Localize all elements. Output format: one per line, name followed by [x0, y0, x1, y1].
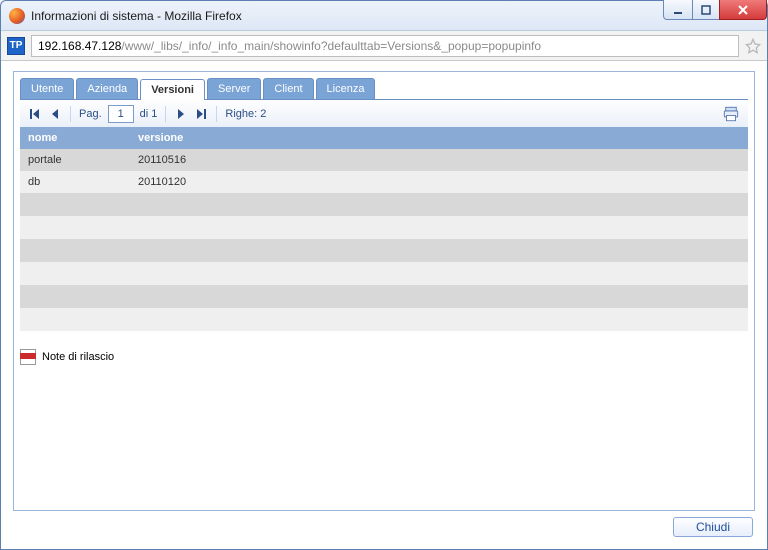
browser-window: Informazioni di sistema - Mozilla Firefo… — [0, 0, 768, 550]
release-notes-link[interactable]: Note di rilascio — [20, 349, 748, 365]
window-buttons — [664, 0, 767, 20]
table-header: nome versione — [20, 127, 748, 149]
cell-versione: 20110120 — [130, 171, 748, 193]
print-icon[interactable] — [722, 105, 740, 123]
release-notes-label: Note di rilascio — [42, 351, 114, 363]
tab-versioni[interactable]: Versioni — [140, 79, 205, 100]
table-row-empty — [20, 308, 748, 331]
cell-versione: 20110516 — [130, 149, 748, 171]
next-page-icon[interactable] — [174, 107, 188, 121]
tab-licenza[interactable]: Licenza — [316, 78, 376, 99]
tab-azienda[interactable]: Azienda — [76, 78, 138, 99]
table-row-empty — [20, 216, 748, 239]
table-row[interactable]: db 20110120 — [20, 171, 748, 193]
table-row-empty — [20, 193, 748, 216]
prev-page-icon[interactable] — [48, 107, 62, 121]
url-host: 192.168.47.128 — [38, 39, 121, 53]
page-content: Utente Azienda Versioni Server Client Li… — [1, 61, 767, 549]
url-path: /www/_libs/_info/_info_main/showinfo?def… — [121, 39, 541, 53]
url-bar: TP 192.168.47.128/www/_libs/_info/_info_… — [1, 31, 767, 61]
url-input[interactable]: 192.168.47.128/www/_libs/_info/_info_mai… — [31, 35, 739, 57]
pdf-icon — [20, 349, 36, 365]
titlebar: Informazioni di sistema - Mozilla Firefo… — [1, 1, 767, 31]
close-window-button[interactable] — [719, 0, 767, 20]
tab-bar: Utente Azienda Versioni Server Client Li… — [14, 72, 754, 99]
first-page-icon[interactable] — [28, 107, 42, 121]
window-title: Informazioni di sistema - Mozilla Firefo… — [31, 9, 242, 23]
table-row-empty — [20, 239, 748, 262]
cell-nome: portale — [20, 149, 130, 171]
table-body: portale 20110516 db 20110120 — [20, 149, 748, 331]
close-button[interactable]: Chiudi — [673, 517, 753, 537]
tab-client[interactable]: Client — [263, 78, 313, 99]
firefox-icon — [9, 8, 25, 24]
table-row-empty — [20, 285, 748, 308]
page-label: Pag. — [79, 108, 102, 120]
page-of-label: di 1 — [140, 108, 158, 120]
col-nome[interactable]: nome — [20, 127, 130, 149]
cell-nome: db — [20, 171, 130, 193]
bookmark-star-icon[interactable] — [745, 38, 761, 54]
rows-label: Righe: 2 — [225, 108, 266, 120]
minimize-button[interactable] — [663, 0, 693, 20]
info-panel: Utente Azienda Versioni Server Client Li… — [13, 71, 755, 511]
pager-toolbar: Pag. di 1 Righe: 2 — [20, 99, 748, 127]
footer: Chiudi — [13, 511, 755, 541]
site-favicon-icon: TP — [7, 37, 25, 55]
maximize-button[interactable] — [692, 0, 720, 20]
last-page-icon[interactable] — [194, 107, 208, 121]
tab-utente[interactable]: Utente — [20, 78, 74, 99]
tab-server[interactable]: Server — [207, 78, 261, 99]
table-row-empty — [20, 262, 748, 285]
col-versione[interactable]: versione — [130, 127, 748, 149]
table-row[interactable]: portale 20110516 — [20, 149, 748, 171]
versions-table: nome versione portale 20110516 db 201101… — [20, 127, 748, 331]
page-input[interactable] — [108, 105, 134, 123]
